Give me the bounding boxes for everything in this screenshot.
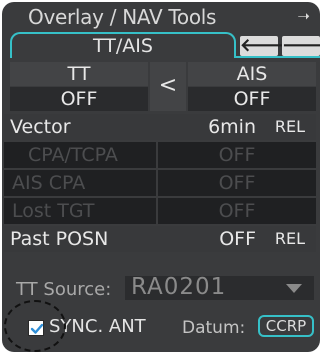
tt-toggle-button[interactable]: OFF [10, 87, 148, 111]
ais-label: AIS [188, 62, 316, 86]
lost-tgt-button: OFF [158, 198, 316, 224]
arrow-right-icon: 🡒 [282, 35, 320, 56]
window-title: Overlay / NAV Tools [28, 5, 217, 29]
vector-mode-button[interactable]: REL [264, 114, 316, 140]
vector-label: Vector [4, 114, 159, 140]
cpa-tcpa-button: OFF [158, 142, 316, 168]
ais-toggle-button[interactable]: OFF [188, 87, 316, 111]
tt-label: TT [10, 62, 148, 86]
arrow-right-icon[interactable]: ➝ [297, 7, 310, 25]
cpa-tcpa-label: CPA/TCPA [4, 142, 156, 168]
arrow-left-button[interactable]: 🡐 [240, 36, 288, 56]
datum-label: Datum: [182, 318, 246, 338]
past-posn-label: Past POSN [4, 226, 159, 252]
ais-cpa-button: OFF [158, 170, 316, 196]
tt-source-value: RA0201 [131, 274, 227, 300]
past-posn-mode-button[interactable]: REL [264, 226, 316, 252]
chevron-down-icon [286, 284, 302, 293]
datum-button[interactable]: CCRP [258, 315, 314, 337]
arrow-right-button[interactable]: 🡒 [282, 36, 320, 56]
tt-source-label: TT Source: [16, 279, 112, 300]
tab-tt-ais[interactable]: TT/AIS [10, 32, 236, 58]
checkmark-icon [30, 323, 44, 334]
tt-source-select: RA0201 [125, 274, 314, 300]
sync-ant-label: SYNC. ANT [49, 316, 146, 337]
sync-ant-checkbox[interactable] [28, 320, 44, 336]
ais-cpa-label: AIS CPA [4, 170, 156, 196]
overlay-nav-tools-panel: Overlay / NAV Tools ➝ TT/AIS 🡐 🡒 TT OFF … [2, 2, 320, 352]
vector-time-button[interactable]: 6min [159, 114, 264, 140]
past-posn-toggle-button[interactable]: OFF [159, 226, 264, 252]
lost-tgt-label: Lost TGT [4, 198, 156, 224]
transfer-button[interactable]: < [150, 62, 186, 111]
tab-underline [234, 56, 320, 58]
